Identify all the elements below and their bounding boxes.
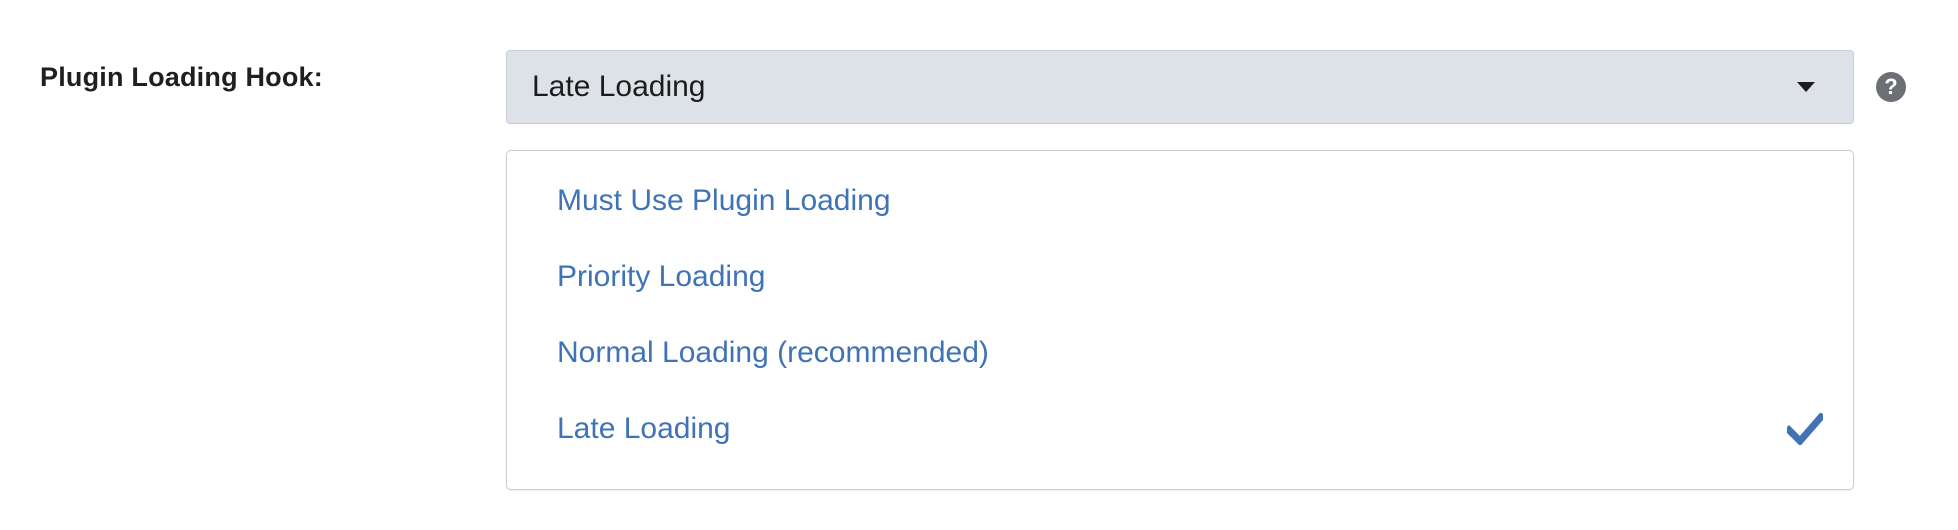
checkmark-icon <box>1787 413 1823 445</box>
option-label: Priority Loading <box>557 260 766 293</box>
option-late-loading[interactable]: Late Loading <box>507 391 1853 467</box>
option-must-use-plugin-loading[interactable]: Must Use Plugin Loading <box>507 163 1853 239</box>
plugin-loading-hook-select[interactable]: Late Loading <box>506 50 1854 124</box>
question-circle-icon[interactable]: ? <box>1876 72 1906 102</box>
option-label: Normal Loading (recommended) <box>557 336 989 369</box>
caret-down-icon <box>1797 82 1815 92</box>
option-label: Late Loading <box>557 412 731 445</box>
select-current-value: Late Loading <box>532 70 706 103</box>
option-normal-loading[interactable]: Normal Loading (recommended) <box>507 315 1853 391</box>
option-label: Must Use Plugin Loading <box>557 184 891 217</box>
field-label: Plugin Loading Hook: <box>40 62 323 92</box>
dropdown-menu: Must Use Plugin Loading Priority Loading… <box>506 150 1854 490</box>
option-priority-loading[interactable]: Priority Loading <box>507 239 1853 315</box>
